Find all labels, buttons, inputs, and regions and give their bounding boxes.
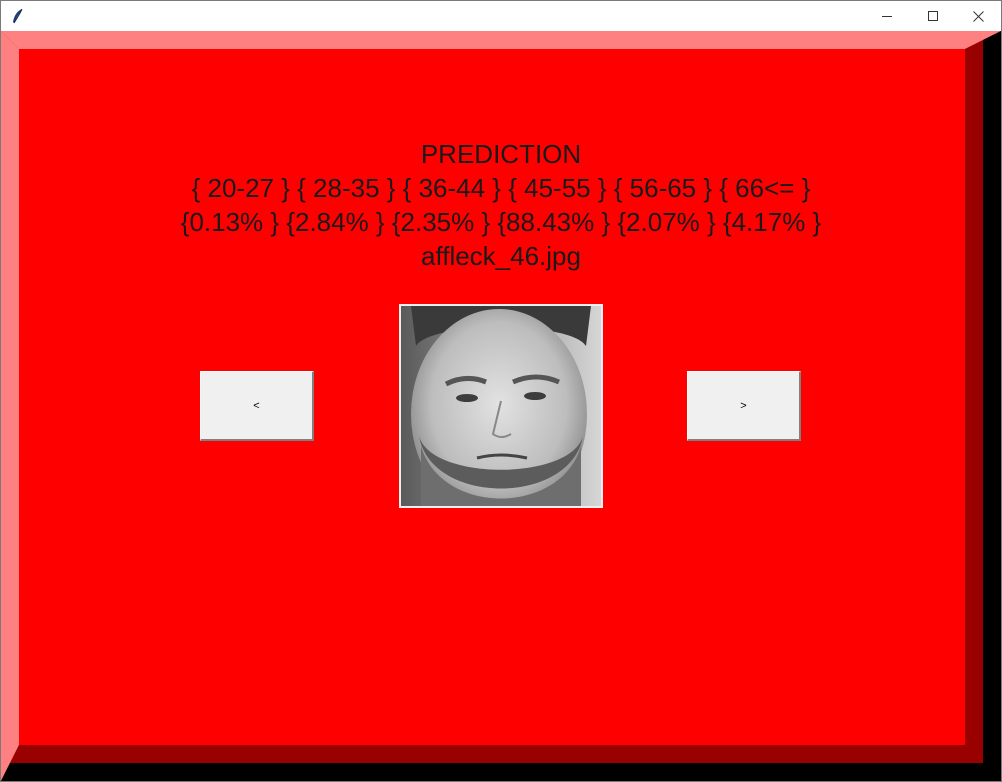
image-filename: affleck_46.jpg (421, 241, 581, 271)
app-window: PREDICTION { 20-27 } { 28-35 } { 36-44 }… (0, 0, 1002, 782)
face-image (399, 304, 603, 508)
age-ranges: { 20-27 } { 28-35 } { 36-44 } { 45-55 } … (191, 173, 811, 203)
previous-image-button[interactable]: < (200, 371, 314, 441)
maximize-button[interactable] (910, 1, 956, 31)
minimize-button[interactable] (864, 1, 910, 31)
feather-icon (13, 8, 23, 24)
main-canvas: PREDICTION { 20-27 } { 28-35 } { 36-44 }… (1, 31, 1001, 781)
close-icon (972, 10, 984, 22)
face-photo (401, 306, 601, 506)
maximize-icon (928, 11, 938, 21)
minimize-icon (882, 16, 892, 17)
title-bar[interactable] (1, 1, 1001, 31)
next-image-button[interactable]: > (687, 371, 801, 441)
close-button[interactable] (955, 1, 1001, 31)
prediction-title: PREDICTION (420, 139, 582, 169)
age-probabilities: {0.13% } {2.84% } {2.35% } {88.43% } {2.… (180, 207, 822, 237)
